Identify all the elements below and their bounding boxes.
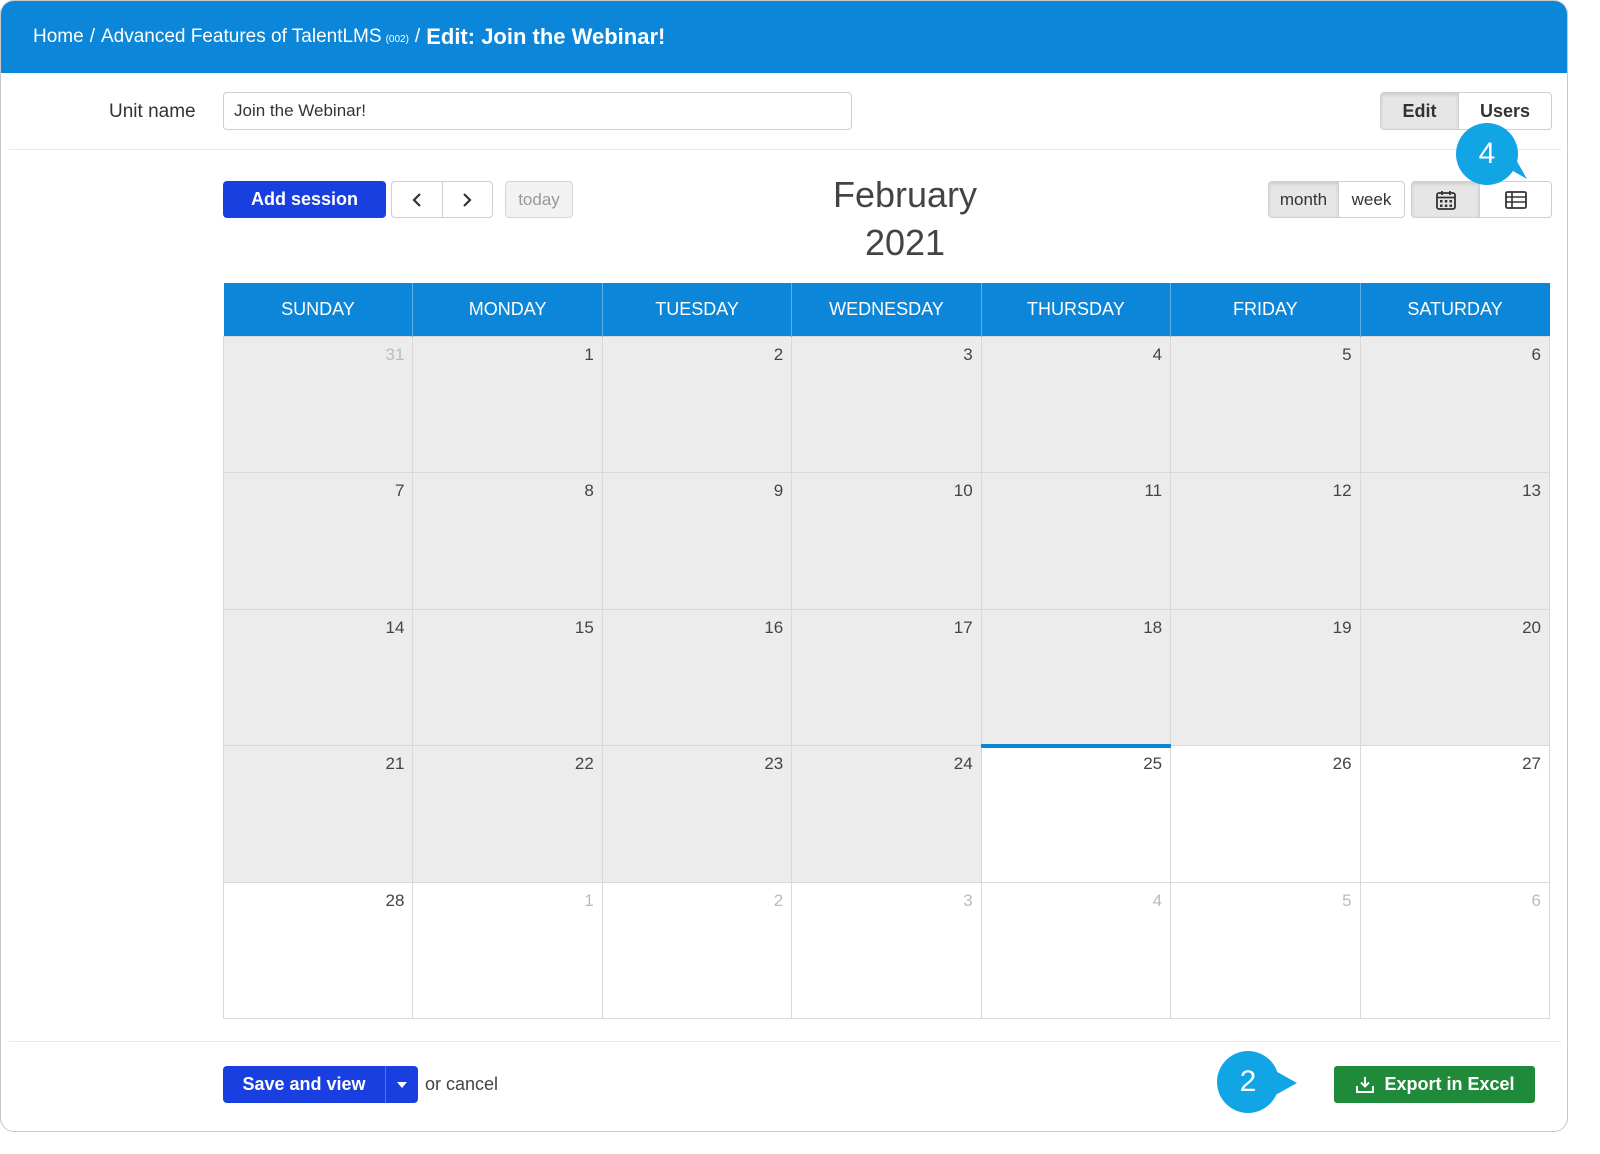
day-cell[interactable]: 4 bbox=[980, 335, 1172, 473]
day-cell[interactable]: 26 bbox=[1170, 745, 1361, 883]
day-cell[interactable]: 17 bbox=[791, 608, 982, 746]
day-cell[interactable]: 22 bbox=[412, 745, 603, 883]
day-cell[interactable]: 9 bbox=[601, 472, 793, 610]
breadcrumb-course[interactable]: Advanced Features of TalentLMS (002) bbox=[101, 26, 409, 48]
day-cell[interactable]: 18 bbox=[980, 608, 1172, 746]
save-and-view-label: Save and view bbox=[242, 1074, 366, 1094]
calendar-title: February 2021 bbox=[781, 171, 1029, 267]
day-cell[interactable]: 7 bbox=[222, 472, 414, 610]
calendar-grid: SUNDAY MONDAY TUESDAY WEDNESDAY THURSDAY… bbox=[222, 283, 1551, 1019]
caret-down-icon bbox=[397, 1081, 407, 1088]
save-options-toggle[interactable] bbox=[386, 1081, 418, 1088]
breadcrumb: Home / Advanced Features of TalentLMS (00… bbox=[1, 1, 1567, 73]
day-cell[interactable]: 13 bbox=[1359, 472, 1551, 610]
day-cell[interactable]: 21 bbox=[222, 745, 414, 883]
week-row: 14 15 16 17 18 19 20 bbox=[222, 608, 1551, 746]
export-excel-label: Export in Excel bbox=[1384, 1074, 1515, 1094]
day-cell[interactable]: 6 bbox=[1359, 881, 1551, 1019]
calendar-title-year: 2021 bbox=[864, 222, 946, 263]
day-cell[interactable]: 6 bbox=[1359, 335, 1551, 473]
weekday-thursday: THURSDAY bbox=[981, 283, 1172, 336]
breadcrumb-separator: / bbox=[89, 26, 95, 47]
day-cell[interactable]: 28 bbox=[222, 881, 414, 1019]
export-excel-button[interactable]: Export in Excel bbox=[1334, 1066, 1535, 1103]
cancel-link[interactable]: or cancel bbox=[425, 1074, 498, 1095]
weekday-monday: MONDAY bbox=[412, 283, 603, 336]
day-cell[interactable]: 3 bbox=[791, 335, 982, 473]
chevron-right-icon bbox=[463, 192, 472, 207]
prev-button[interactable] bbox=[392, 182, 443, 217]
calendar-icon bbox=[1435, 190, 1456, 210]
today-button[interactable]: today bbox=[505, 181, 573, 218]
add-session-button[interactable]: Add session bbox=[223, 181, 386, 218]
day-cell[interactable]: 4 bbox=[980, 881, 1172, 1019]
day-cell[interactable]: 2 bbox=[601, 335, 793, 473]
table-list-icon bbox=[1504, 190, 1527, 209]
breadcrumb-home[interactable]: Home bbox=[33, 26, 84, 48]
weekday-sunday: SUNDAY bbox=[223, 283, 414, 336]
weekday-header-row: SUNDAY MONDAY TUESDAY WEDNESDAY THURSDAY… bbox=[223, 283, 1550, 336]
weekday-friday: FRIDAY bbox=[1170, 283, 1361, 336]
week-row: 28 1 2 3 4 5 6 bbox=[222, 881, 1551, 1019]
day-cell[interactable]: 10 bbox=[791, 472, 982, 610]
day-cell[interactable]: 14 bbox=[222, 608, 414, 746]
day-cell[interactable]: 1 bbox=[412, 881, 603, 1019]
callout-badge-4: 4 bbox=[1456, 123, 1518, 185]
day-cell[interactable]: 5 bbox=[1170, 881, 1361, 1019]
next-button[interactable] bbox=[443, 182, 493, 217]
nav-buttons bbox=[391, 181, 493, 218]
view-month-button[interactable]: month bbox=[1269, 182, 1339, 217]
page-title: Edit: Join the Webinar! bbox=[426, 24, 666, 49]
day-cell[interactable]: 5 bbox=[1170, 335, 1361, 473]
day-cell[interactable]: 24 bbox=[791, 745, 982, 883]
breadcrumb-course-label: Advanced Features of TalentLMS bbox=[100, 26, 382, 47]
day-cell[interactable]: 23 bbox=[601, 745, 793, 883]
weekday-wednesday: WEDNESDAY bbox=[791, 283, 982, 336]
today-cell[interactable]: 25 bbox=[980, 743, 1172, 883]
divider bbox=[9, 1041, 1561, 1042]
day-cell[interactable]: 19 bbox=[1170, 608, 1361, 746]
unit-name-input[interactable] bbox=[223, 92, 852, 130]
view-switch: month week bbox=[1268, 181, 1405, 218]
week-row: 31 1 2 3 4 5 6 bbox=[222, 335, 1551, 473]
day-cell[interactable]: 2 bbox=[601, 881, 793, 1019]
course-code: (002) bbox=[385, 34, 409, 45]
unit-name-label: Unit name bbox=[109, 101, 196, 122]
day-cell[interactable]: 31 bbox=[222, 335, 414, 473]
day-cell[interactable]: 16 bbox=[601, 608, 793, 746]
week-row: 21 22 23 24 25 26 27 bbox=[222, 743, 1551, 883]
day-cell[interactable]: 12 bbox=[1170, 472, 1361, 610]
download-icon bbox=[1356, 1076, 1375, 1093]
day-cell[interactable]: 15 bbox=[412, 608, 603, 746]
save-and-view-button[interactable]: Save and view bbox=[223, 1066, 418, 1103]
week-row: 7 8 9 10 11 12 13 bbox=[222, 472, 1551, 610]
divider bbox=[9, 149, 1561, 150]
weekday-tuesday: TUESDAY bbox=[602, 283, 793, 336]
day-cell[interactable]: 27 bbox=[1359, 745, 1551, 883]
breadcrumb-separator: / bbox=[414, 26, 421, 47]
calendar-title-month: February bbox=[832, 174, 978, 215]
day-cell[interactable]: 1 bbox=[412, 335, 603, 473]
day-cell[interactable]: 11 bbox=[980, 472, 1172, 610]
day-cell[interactable]: 20 bbox=[1359, 608, 1551, 746]
view-week-button[interactable]: week bbox=[1339, 182, 1404, 217]
day-cell[interactable]: 8 bbox=[412, 472, 603, 610]
weekday-saturday: SATURDAY bbox=[1360, 283, 1550, 336]
chevron-left-icon bbox=[412, 192, 421, 207]
callout-badge-2: 2 bbox=[1217, 1051, 1279, 1113]
day-cell[interactable]: 3 bbox=[791, 881, 982, 1019]
app-window: Home / Advanced Features of TalentLMS (00… bbox=[0, 0, 1568, 1132]
